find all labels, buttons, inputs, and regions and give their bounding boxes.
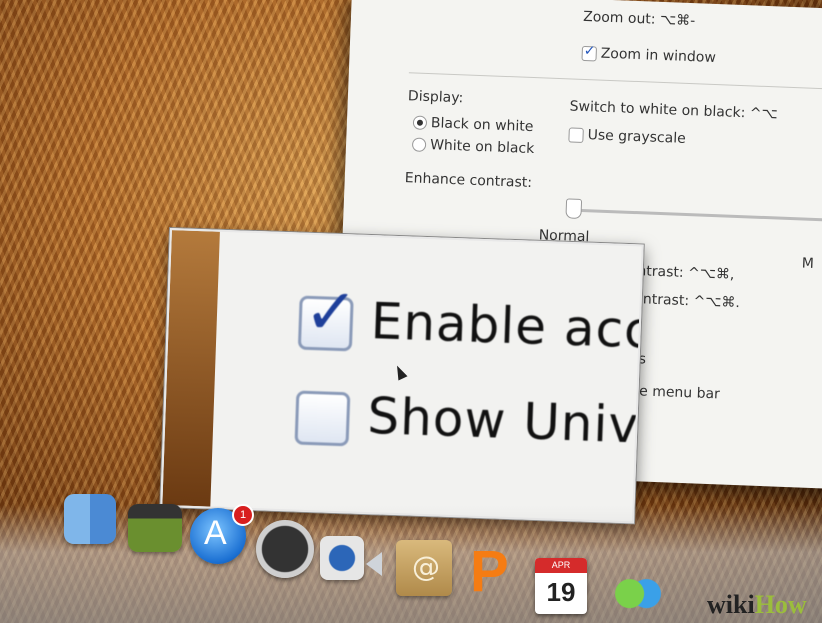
enable-access-option[interactable]: Enable acc bbox=[297, 290, 644, 362]
dock-arrow-icon bbox=[366, 552, 382, 576]
finder-icon[interactable] bbox=[64, 494, 116, 544]
address-book-icon[interactable]: @ bbox=[396, 540, 452, 596]
pages-icon[interactable]: P bbox=[470, 539, 524, 604]
contrast-slider-knob[interactable] bbox=[565, 198, 583, 219]
messenger-icon[interactable] bbox=[610, 574, 666, 623]
dashboard-icon[interactable] bbox=[256, 520, 314, 578]
app-store-update-badge: 1 bbox=[232, 504, 254, 526]
show-universal-access-option[interactable]: Show Univ bbox=[294, 385, 640, 456]
pages-p-glyph: P bbox=[470, 539, 509, 604]
white-on-black-option[interactable]: White on black bbox=[411, 136, 535, 157]
calendar-month: APR bbox=[535, 558, 587, 573]
calendar-icon[interactable]: APR 19 bbox=[535, 558, 587, 614]
use-grayscale-option[interactable]: Use grayscale bbox=[568, 126, 686, 147]
zoom-out-shortcut: Zoom out: ⌥⌘- bbox=[582, 8, 696, 30]
at-sign-glyph: @ bbox=[412, 550, 440, 583]
show-universal-access-checkbox[interactable] bbox=[294, 390, 351, 446]
enhance-contrast-label: Enhance contrast: bbox=[404, 170, 533, 192]
zoom-in-window-option[interactable]: Zoom in window bbox=[581, 45, 716, 66]
magnified-wallpaper-strip bbox=[162, 230, 220, 507]
switch-colors-shortcut: Switch to white on black: ^⌥ bbox=[569, 98, 778, 123]
divider bbox=[408, 72, 822, 90]
calendar-day: 19 bbox=[546, 577, 576, 607]
iphoto-icon[interactable] bbox=[320, 536, 364, 580]
black-on-white-radio[interactable] bbox=[412, 115, 428, 130]
app-store-a-glyph: A bbox=[204, 514, 227, 552]
wikihow-watermark: wikiHow bbox=[707, 590, 807, 619]
contrast-slider-track[interactable] bbox=[573, 208, 822, 222]
zoom-in-window-checkbox[interactable] bbox=[581, 45, 598, 61]
enable-access-checkbox[interactable] bbox=[297, 295, 354, 351]
white-on-black-radio[interactable] bbox=[411, 137, 427, 152]
black-on-white-option[interactable]: Black on white bbox=[412, 114, 534, 135]
decrease-contrast-shortcut: ontrast: ^⌥⌘. bbox=[634, 291, 741, 312]
show-in-menu-bar-label: the menu bar bbox=[624, 382, 721, 403]
photo-booth-icon[interactable] bbox=[128, 504, 182, 552]
display-label: Display: bbox=[407, 88, 464, 107]
increase-contrast-shortcut: ntrast: ^⌥⌘, bbox=[637, 263, 735, 283]
use-grayscale-checkbox[interactable] bbox=[568, 126, 584, 143]
contrast-max-label: M bbox=[801, 255, 815, 272]
